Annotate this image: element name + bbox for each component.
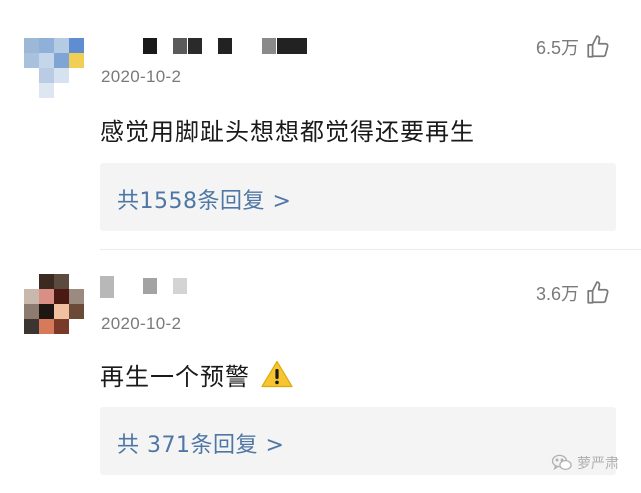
- comment-date: 2020-10-2: [101, 314, 182, 333]
- comment-text-content: 感觉用脚趾头想想都觉得还要再生: [100, 118, 475, 146]
- avatar[interactable]: [24, 38, 84, 98]
- replies-box[interactable]: 共 371条回复 >: [100, 407, 616, 475]
- like-count: 3.6万: [535, 284, 579, 304]
- comment-text: 感觉用脚趾头想想都觉得还要再生: [100, 112, 475, 147]
- like-button[interactable]: 6.5万: [536, 34, 611, 60]
- warning-icon: [261, 360, 293, 388]
- thumbs-up-icon: [587, 35, 609, 58]
- comment-text: 再生一个预警: [100, 357, 293, 392]
- wechat-icon: [551, 454, 572, 471]
- divider: [100, 249, 641, 250]
- like-count: 6.5万: [535, 38, 579, 58]
- watermark-text: 萝严肃: [577, 456, 619, 472]
- comment-item: 2020-10-2 3.6万 再生一个预警 共 371条回复 >: [0, 252, 641, 493]
- comment-item: 2020-10-2 6.5万 感觉用脚趾头想想都觉得还要再生 共1558条回复 …: [0, 0, 641, 250]
- avatar[interactable]: [24, 274, 84, 334]
- comment-text-content: 再生一个预警: [100, 363, 250, 391]
- replies-box[interactable]: 共1558条回复 >: [100, 163, 616, 231]
- thumbs-up-icon: [587, 281, 609, 304]
- comment-date: 2020-10-2: [101, 67, 182, 86]
- watermark: 萝严肃: [551, 453, 619, 473]
- replies-link[interactable]: 共 371条回复 >: [117, 427, 284, 459]
- like-button[interactable]: 3.6万: [536, 280, 611, 306]
- replies-link[interactable]: 共1558条回复 >: [117, 183, 291, 215]
